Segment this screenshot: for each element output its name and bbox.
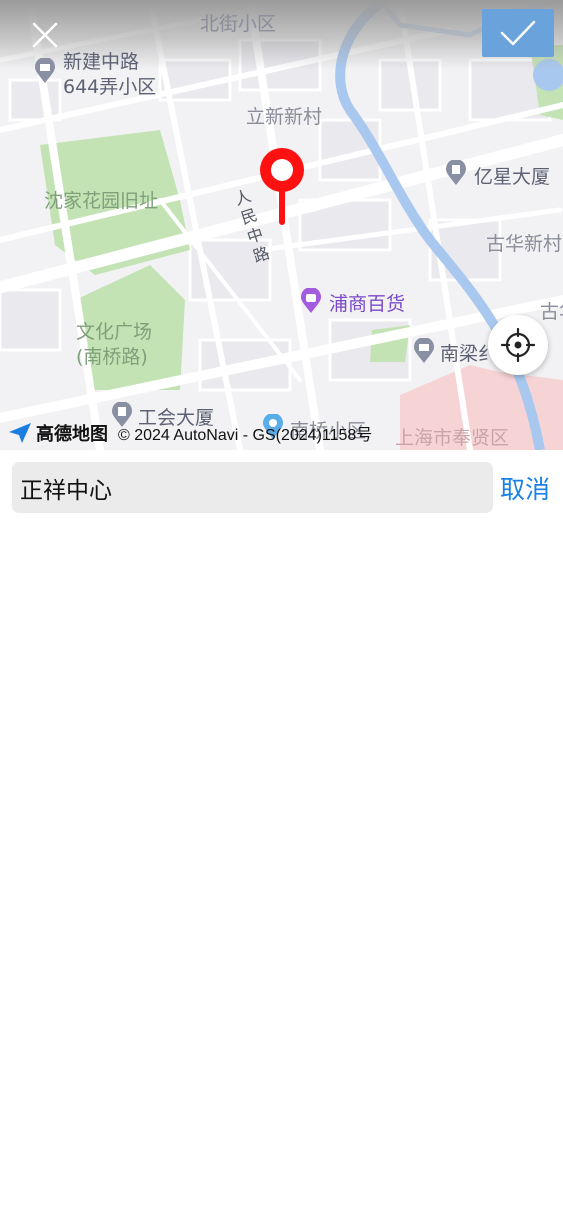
map-label-fengxian: 上海市奉贤区 <box>395 427 510 449</box>
amap-logo-icon <box>9 423 31 443</box>
check-icon <box>500 20 536 46</box>
map-view[interactable]: 北街小区 新建中路 644弄小区 立新新村 沈家花园旧址 人民中路 亿星大厦 古… <box>0 0 563 450</box>
confirm-button[interactable] <box>482 9 554 57</box>
location-pin-icon <box>260 148 304 225</box>
close-button[interactable] <box>24 14 66 56</box>
map-attribution: 高德地图 © 2024 AutoNavi - GS(2024)1158号 <box>8 421 372 445</box>
locate-crosshair-icon <box>501 328 535 362</box>
map-label-xinjian-sub: 644弄小区 <box>63 76 157 98</box>
map-label-yixing: 亿星大厦 <box>474 166 551 188</box>
map-label-xinjian: 新建中路 <box>63 51 140 73</box>
close-icon <box>32 22 58 48</box>
shopping-poi-icon <box>301 288 321 313</box>
map-label-shenjia: 沈家花园旧址 <box>44 190 159 212</box>
amap-brand: 高德地图 <box>36 424 108 445</box>
map-copyright: © 2024 AutoNavi - GS(2024)1158号 <box>118 427 373 444</box>
search-bar: 取消 <box>0 450 563 526</box>
building-poi-icon <box>414 338 434 363</box>
locate-me-button[interactable] <box>488 315 548 375</box>
building-poi-icon <box>446 160 466 185</box>
cancel-button[interactable]: 取消 <box>500 470 550 506</box>
search-input[interactable] <box>12 462 493 513</box>
map-label-lixin: 立新新村 <box>246 106 323 128</box>
map-label-guhua: 古华新村 <box>486 233 563 255</box>
building-poi-icon <box>35 58 55 83</box>
map-label-pushang: 浦商百货 <box>329 293 406 315</box>
map-label-beijie: 北街小区 <box>200 13 277 35</box>
map-label-guhua-partial: 古华 <box>540 301 563 323</box>
map-label-wenhua: 文化广场 <box>76 321 153 343</box>
map-label-wenhua-sub: (南桥路) <box>76 346 148 368</box>
